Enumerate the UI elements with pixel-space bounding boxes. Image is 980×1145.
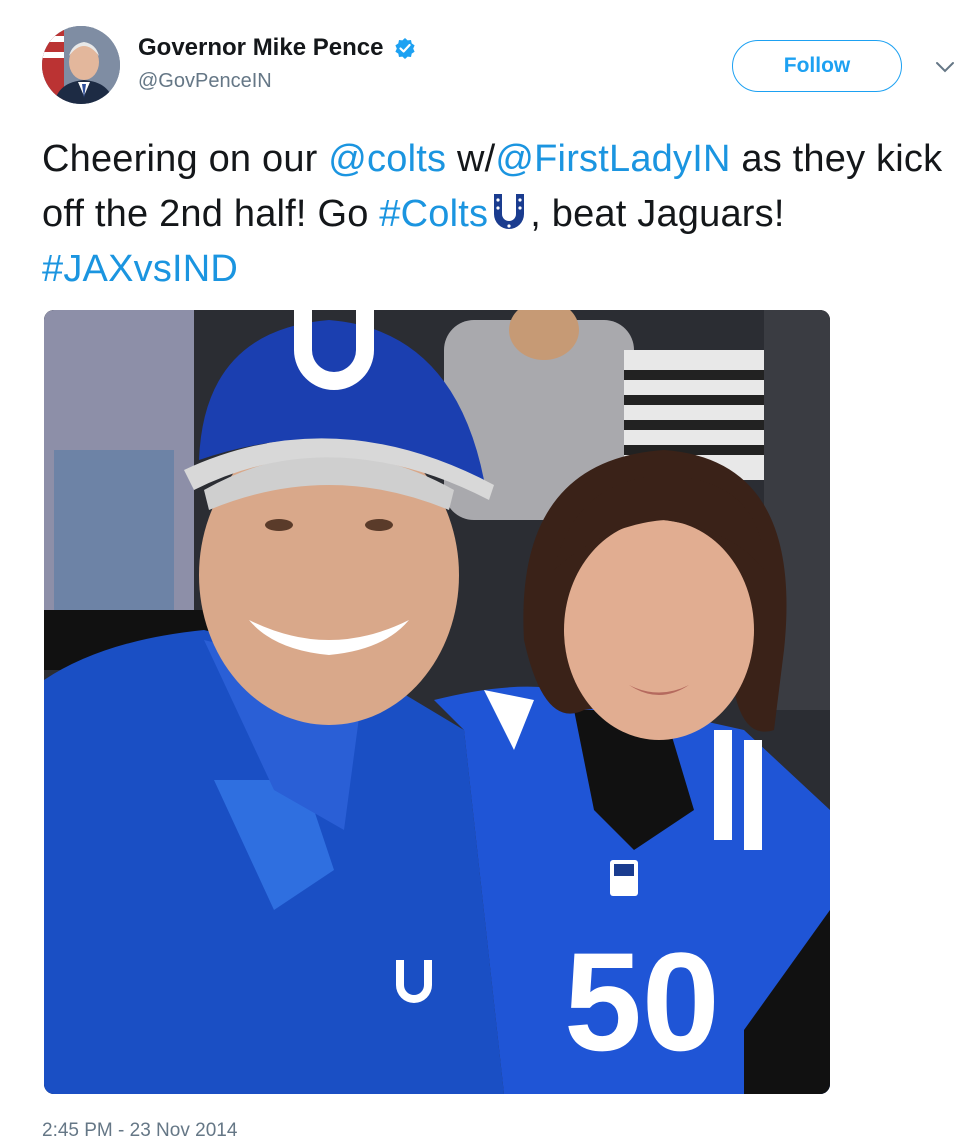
chevron-down-icon[interactable] bbox=[934, 56, 956, 78]
selfie-photo: 50 bbox=[44, 310, 830, 1094]
hashtag-jaxvsind-link[interactable]: #JAXvsIND bbox=[42, 248, 238, 290]
author-display-name[interactable]: Governor Mike Pence bbox=[138, 34, 383, 62]
tweet-text-part: w/ bbox=[446, 138, 496, 180]
tweet-photo[interactable]: 50 bbox=[44, 310, 830, 1094]
jersey-number: 50 bbox=[564, 923, 720, 1080]
avatar-photo bbox=[42, 26, 120, 104]
author-handle[interactable]: @GovPenceIN bbox=[138, 70, 416, 93]
tweet-header: Governor Mike Pence @GovPenceIN Follow bbox=[42, 26, 962, 106]
tweet-text-part: Cheering on our bbox=[42, 138, 329, 180]
tweet-text-part: , beat Jaguars! bbox=[530, 193, 785, 235]
avatar[interactable] bbox=[42, 26, 120, 104]
mention-colts-link[interactable]: @colts bbox=[328, 138, 446, 180]
tweet-timestamp[interactable]: 2:45 PM - 23 Nov 2014 bbox=[42, 1120, 237, 1142]
mention-firstlady-link[interactable]: @FirstLadyIN bbox=[495, 138, 730, 180]
follow-button[interactable]: Follow bbox=[732, 40, 902, 92]
author-names: Governor Mike Pence @GovPenceIN bbox=[138, 34, 416, 93]
horseshoe-icon bbox=[488, 190, 530, 234]
hashtag-colts-link[interactable]: #Colts bbox=[379, 193, 488, 235]
verified-badge-icon bbox=[394, 37, 416, 59]
tweet-text: Cheering on our @colts w/@FirstLadyIN as… bbox=[42, 132, 952, 297]
